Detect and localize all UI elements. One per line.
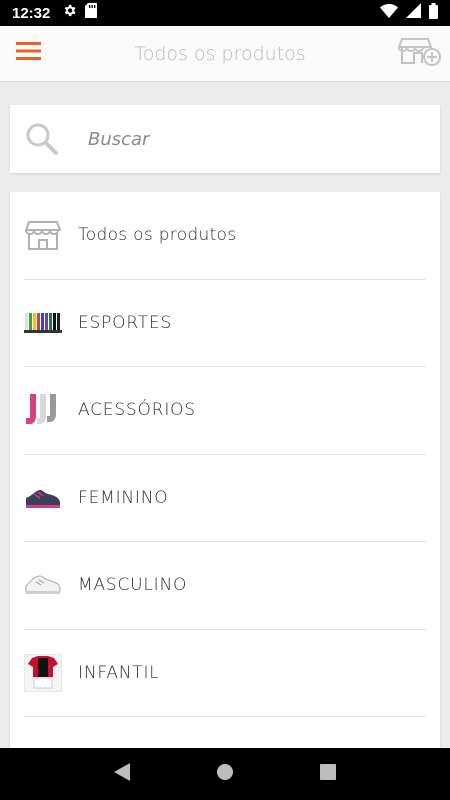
category-item-masculino[interactable]: MASCULINO (24, 542, 426, 630)
app-bar: Todos os produtos (0, 26, 450, 82)
category-label: INFANTIL (78, 662, 160, 683)
sneaker-thumb (24, 479, 62, 517)
battery-icon (429, 2, 438, 24)
category-label: FEMININO (78, 487, 169, 508)
back-button[interactable] (102, 754, 142, 794)
socks-thumb (24, 391, 62, 429)
category-item-esportes[interactable]: ESPORTES (24, 280, 426, 367)
back-triangle-icon (113, 762, 130, 786)
system-nav-bar (0, 748, 450, 800)
recents-square-icon (320, 763, 337, 785)
recents-button[interactable] (308, 754, 348, 794)
hamburger-menu-icon (15, 42, 41, 65)
category-item-todos[interactable]: Todos os produtos (24, 192, 426, 280)
status-time: 12:32 (12, 4, 51, 22)
colored-socks-thumb (24, 304, 62, 342)
search-icon (10, 122, 74, 156)
signal-icon (406, 3, 421, 23)
category-label: ESPORTES (78, 312, 173, 333)
page-title: Todos os produtos (134, 42, 306, 65)
store-icon (24, 216, 62, 254)
home-circle-icon (216, 763, 233, 785)
white-sneaker-thumb (24, 566, 62, 604)
category-label: Todos os produtos (78, 225, 237, 246)
store-add-icon (397, 35, 442, 72)
kids-uniform-thumb (24, 653, 62, 692)
category-item-infantil[interactable]: INFANTIL (24, 630, 426, 717)
search-input[interactable] (88, 128, 440, 150)
search-bar[interactable] (10, 105, 440, 173)
wifi-icon (380, 3, 398, 23)
category-item-partial[interactable] (24, 717, 426, 752)
menu-button[interactable] (0, 26, 56, 82)
category-item-feminino[interactable]: FEMININO (24, 455, 426, 542)
status-bar: 12:32 (0, 0, 450, 26)
home-button[interactable] (205, 754, 245, 794)
category-list: Todos os produtos ESPORTES ACESSÓRIOS FE… (10, 192, 440, 752)
add-store-button[interactable] (390, 26, 450, 82)
category-label: ACESSÓRIOS (78, 400, 196, 421)
settings-gear-icon (62, 3, 77, 23)
category-label: MASCULINO (78, 575, 188, 596)
sd-card-icon (85, 3, 98, 23)
category-item-acessorios[interactable]: ACESSÓRIOS (24, 367, 426, 455)
